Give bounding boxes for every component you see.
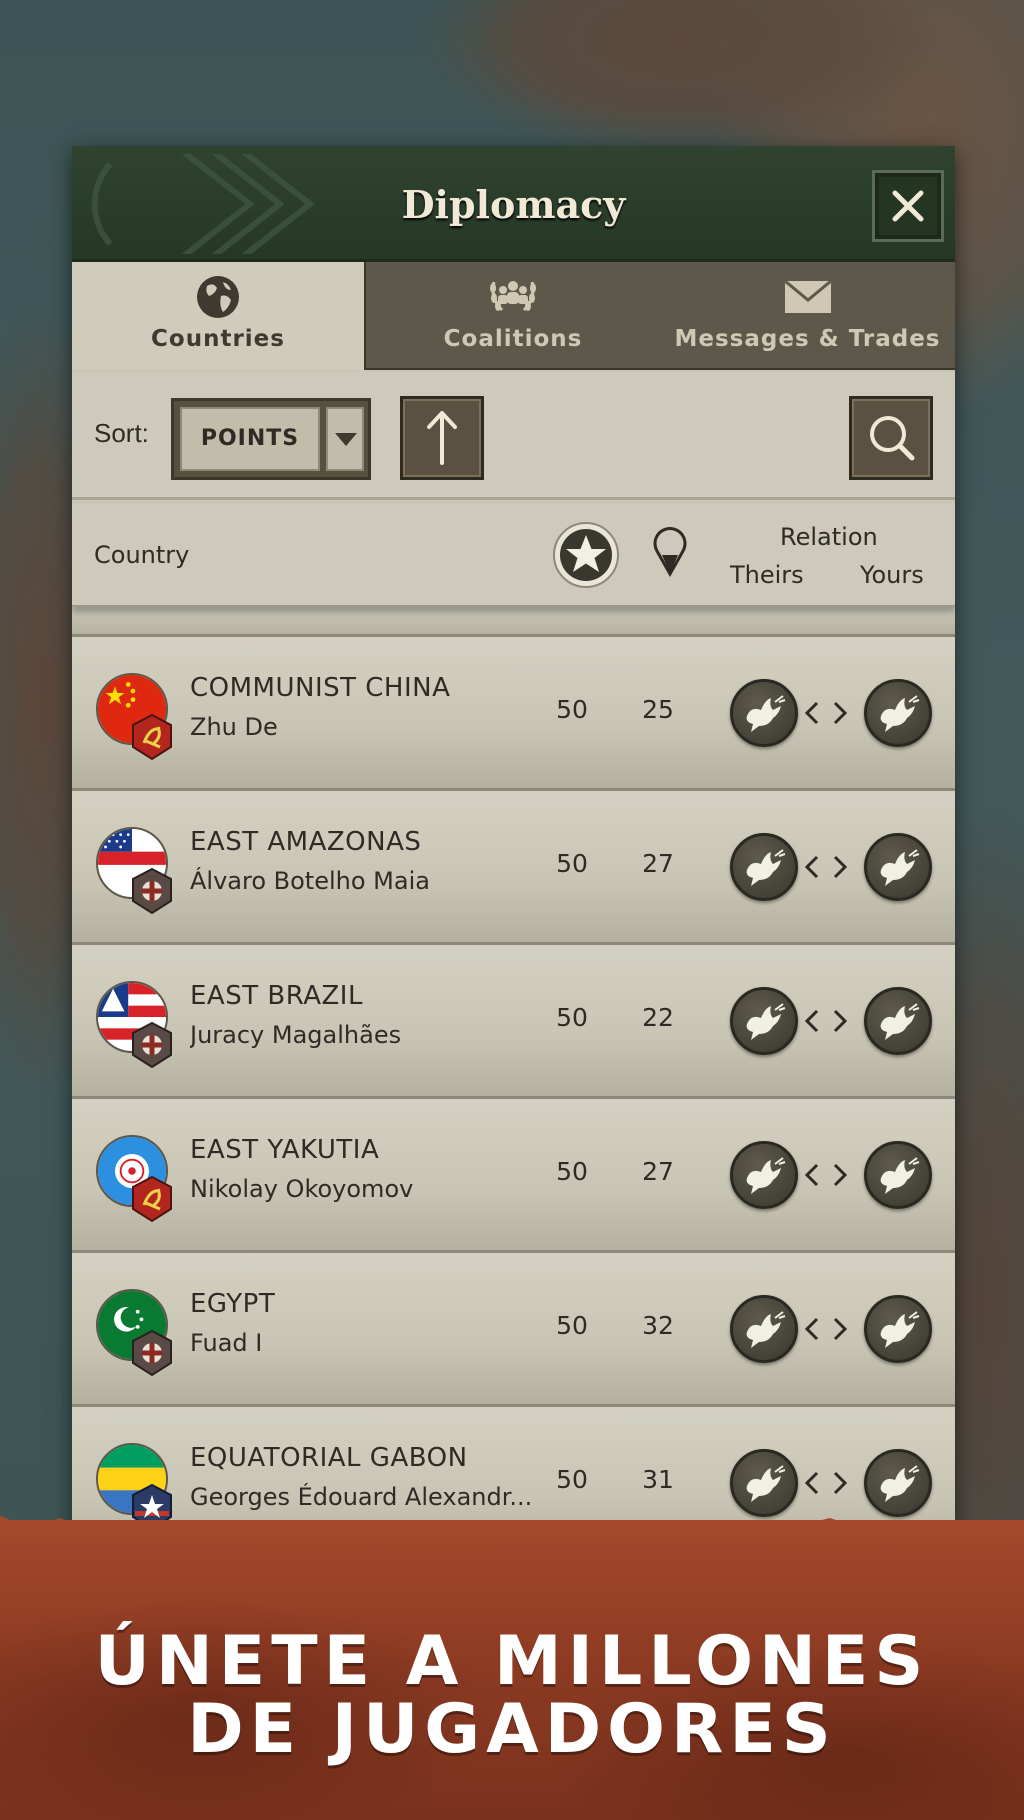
peace-dove-icon — [880, 695, 920, 732]
banner-headline-line2: DE JUGADORES — [187, 1690, 837, 1769]
country-provinces: 27 — [642, 849, 674, 878]
fascist-badge — [132, 867, 172, 915]
country-provinces: 32 — [642, 1311, 674, 1340]
country-provinces: 25 — [642, 695, 674, 724]
column-header: Country Relation Theirs Yours — [72, 503, 955, 607]
dialog-header: Diplomacy — [72, 146, 955, 262]
relation-yours-button[interactable] — [864, 1141, 932, 1209]
relation-yours-button[interactable] — [864, 987, 932, 1055]
leader-name: Fuad I — [190, 1329, 263, 1357]
sort-dropdown[interactable]: POINTS — [171, 398, 371, 480]
relation-theirs-button[interactable] — [730, 1295, 798, 1363]
peace-dove-icon — [746, 1465, 786, 1502]
leader-name: Zhu De — [190, 713, 278, 741]
diplomacy-dialog: Diplomacy Countries Coalitions Messages … — [72, 146, 955, 1556]
tab-messages-label: Messages & Trades — [674, 326, 941, 352]
peace-dove-icon — [880, 1003, 920, 1040]
country-name: EAST YAKUTIA — [190, 1135, 380, 1165]
tab-bar: Countries Coalitions Messages & Trades — [72, 262, 955, 370]
list-item[interactable]: EAST YAKUTIA Nikolay Okoyomov 50 27 — [72, 1099, 955, 1253]
relation-arrows-icon — [804, 701, 848, 725]
peace-dove-icon — [880, 849, 920, 886]
peace-dove-icon — [880, 1157, 920, 1194]
peace-dove-icon — [746, 1003, 786, 1040]
sort-dropdown-value: POINTS — [180, 407, 320, 471]
country-name: EAST BRAZIL — [190, 981, 363, 1011]
arrow-up-icon — [427, 411, 457, 465]
relation-theirs-button[interactable] — [730, 987, 798, 1055]
fascist-badge — [132, 1329, 172, 1377]
close-button[interactable] — [872, 170, 944, 242]
list-item[interactable]: EAST AMAZONAS Álvaro Botelho Maia 50 27 — [72, 791, 955, 945]
relation-theirs-button[interactable] — [730, 1141, 798, 1209]
tab-messages-trades[interactable]: Messages & Trades — [660, 262, 955, 370]
leader-name: Nikolay Okoyomov — [190, 1175, 414, 1203]
country-points: 50 — [556, 695, 588, 724]
country-points: 50 — [556, 849, 588, 878]
map-pin-icon[interactable] — [652, 525, 688, 577]
close-icon — [892, 190, 924, 222]
peace-dove-icon — [746, 849, 786, 886]
peace-dove-icon — [880, 1465, 920, 1502]
relation-yours-button[interactable] — [864, 679, 932, 747]
column-yours: Yours — [860, 561, 924, 589]
leader-name: Álvaro Botelho Maia — [190, 867, 430, 895]
peace-dove-icon — [746, 1157, 786, 1194]
list-item-partial — [72, 607, 955, 637]
peace-dove-icon — [746, 1311, 786, 1348]
country-points: 50 — [556, 1465, 588, 1494]
relation-yours-button[interactable] — [864, 1295, 932, 1363]
country-provinces: 27 — [642, 1157, 674, 1186]
dropdown-arrow — [326, 407, 364, 471]
relation-arrows-icon — [804, 1317, 848, 1341]
coalition-laurel-icon — [490, 281, 536, 312]
list-item[interactable]: EGYPT Fuad I 50 32 — [72, 1253, 955, 1407]
search-icon — [870, 416, 915, 461]
relation-arrows-icon — [804, 1471, 848, 1495]
country-name: EGYPT — [190, 1289, 276, 1319]
peace-dove-icon — [880, 1311, 920, 1348]
relation-arrows-icon — [804, 1009, 848, 1033]
country-provinces: 22 — [642, 1003, 674, 1032]
relation-yours-button[interactable] — [864, 833, 932, 901]
communist-badge — [132, 713, 172, 761]
relation-theirs-button[interactable] — [730, 679, 798, 747]
list-item[interactable]: COMMUNIST CHINA Zhu De 50 25 — [72, 637, 955, 791]
globe-icon — [197, 276, 239, 318]
column-relation: Relation — [780, 523, 878, 551]
country-provinces: 31 — [642, 1465, 674, 1494]
search-button[interactable] — [849, 396, 933, 480]
tab-coalitions-label: Coalitions — [443, 326, 583, 352]
tab-countries-label: Countries — [151, 326, 285, 352]
envelope-icon — [783, 280, 832, 313]
country-points: 50 — [556, 1003, 588, 1032]
country-name: EAST AMAZONAS — [190, 827, 422, 857]
sort-toolbar: Sort: POINTS — [72, 372, 955, 500]
star-icon[interactable] — [552, 521, 620, 589]
country-name: EQUATORIAL GABON — [190, 1443, 468, 1473]
tab-coalitions[interactable]: Coalitions — [366, 262, 660, 370]
country-points: 50 — [556, 1157, 588, 1186]
relation-theirs-button[interactable] — [730, 833, 798, 901]
column-theirs: Theirs — [730, 561, 804, 589]
communist-badge — [132, 1175, 172, 1223]
country-name: COMMUNIST CHINA — [190, 673, 451, 703]
tab-countries[interactable]: Countries — [72, 262, 366, 370]
country-points: 50 — [556, 1311, 588, 1340]
relation-arrows-icon — [804, 855, 848, 879]
relation-arrows-icon — [804, 1163, 848, 1187]
sort-label: Sort: — [94, 418, 149, 448]
dialog-title: Diplomacy — [401, 182, 626, 227]
triangle-down-icon — [335, 433, 357, 446]
column-country[interactable]: Country — [94, 541, 189, 569]
peace-dove-icon — [746, 695, 786, 732]
country-list: COMMUNIST CHINA Zhu De 50 25 EAST AMAZON… — [72, 607, 955, 1556]
sort-direction-button[interactable] — [400, 396, 484, 480]
leader-name: Juracy Magalhães — [190, 1021, 402, 1049]
list-item[interactable]: EAST BRAZIL Juracy Magalhães 50 22 — [72, 945, 955, 1099]
fascist-badge — [132, 1021, 172, 1069]
